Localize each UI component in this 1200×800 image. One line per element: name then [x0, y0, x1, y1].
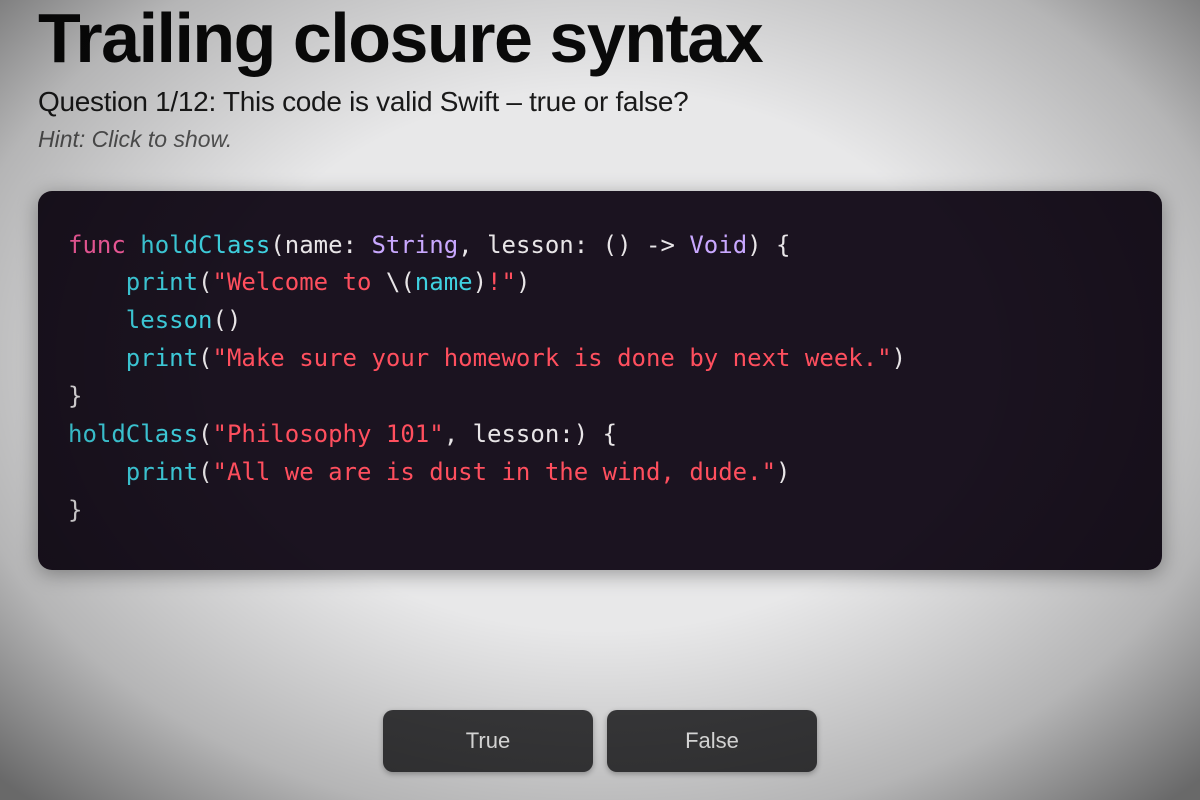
page-title: Trailing closure syntax: [38, 2, 1162, 76]
false-button[interactable]: False: [607, 710, 817, 772]
question-body: This code is valid Swift – true or false…: [223, 86, 688, 117]
code-block: func holdClass(name: String, lesson: () …: [38, 191, 1162, 570]
quiz-page: Trailing closure syntax Question 1/12: T…: [0, 0, 1200, 800]
true-button[interactable]: True: [383, 710, 593, 772]
question-text: Question 1/12: This code is valid Swift …: [38, 86, 1162, 118]
question-prefix: Question 1/12:: [38, 86, 223, 117]
answer-buttons: True False: [0, 710, 1200, 772]
hint-toggle[interactable]: Hint: Click to show.: [38, 126, 232, 153]
